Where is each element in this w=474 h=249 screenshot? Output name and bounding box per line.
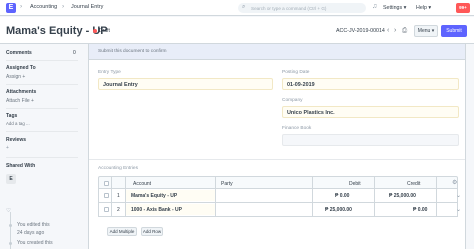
timeline-item-text: You created this [17, 240, 53, 246]
divider [6, 84, 78, 85]
menu-button[interactable]: Menu ▾ [414, 25, 438, 37]
select-all-checkbox[interactable] [104, 181, 109, 186]
header-debit: Debit [349, 181, 361, 187]
attach-file-link[interactable]: Attach File + [6, 98, 34, 104]
account-cell[interactable]: 1000 - Axis Bank - UP [131, 207, 182, 213]
document-name: ACC-JV-2019-00014 [336, 28, 385, 34]
add-row-button[interactable]: Add Row [141, 227, 163, 236]
caret-down-icon: ▾ [428, 5, 432, 11]
timeline-dot [9, 224, 12, 227]
help-menu[interactable]: Help ▾ [416, 5, 431, 11]
divider [6, 157, 78, 158]
caret-down-icon: ▾ [403, 5, 407, 11]
grid-column-divider [312, 176, 313, 217]
debit-cell[interactable]: ₱ 25,000.00 [325, 207, 352, 213]
add-multiple-button[interactable]: Add Multiple [107, 227, 137, 236]
chevron-right-icon: › [20, 3, 23, 10]
table-row[interactable]: 1 Mama's Equity - UP ₱ 0.00 ₱ 25,000.00 … [98, 189, 461, 203]
next-document-icon[interactable]: › [394, 27, 396, 34]
bell-icon[interactable]: ♫ [372, 3, 377, 10]
grid-header: Account Party Debit Credit ⚙ [98, 176, 458, 189]
plus-icon: + [31, 98, 34, 104]
assigned-to-label: Assigned To [6, 65, 36, 71]
row-number: 2 [117, 207, 120, 213]
posting-date-value: 01-09-2019 [287, 82, 315, 88]
entry-type-label: Entry Type [98, 70, 121, 75]
shared-user-avatar[interactable]: E [6, 174, 16, 184]
form-body: Submit this document to confirm Entry Ty… [88, 44, 466, 249]
row-checkbox[interactable] [104, 207, 109, 212]
row-number: 1 [117, 193, 120, 199]
divider [6, 60, 78, 61]
notifications-badge[interactable]: 99+ [456, 3, 470, 13]
status-indicator-icon [93, 29, 97, 33]
grid-column-divider [215, 176, 216, 217]
posting-date-label: Posting Date [282, 70, 310, 75]
timeline-item-time: 24 days ago [17, 230, 45, 236]
assign-label: Assign [6, 74, 22, 80]
attach-file-label: Attach File [6, 98, 30, 104]
breadcrumb-journal-entry[interactable]: Journal Entry [71, 4, 103, 10]
grid-column-divider [374, 176, 375, 217]
accounting-entries-label: Accounting Entries [98, 166, 138, 171]
add-tag-input[interactable]: Add a tag ... [6, 121, 30, 126]
entry-type-value: Journal Entry [103, 82, 138, 88]
grid-column-divider [125, 176, 126, 217]
divider [6, 131, 78, 132]
status-badge: Draft [99, 28, 110, 34]
row-checkbox[interactable] [104, 193, 109, 198]
timeline-dot [9, 242, 12, 245]
search-icon: ⌕ [242, 4, 246, 10]
grid-column-divider [436, 176, 437, 217]
submit-alert-text: Submit this document to confirm [98, 49, 167, 54]
chevron-down-icon[interactable]: ⌄ [456, 192, 461, 199]
caret-down-icon: ▾ [431, 28, 435, 34]
help-label: Help [416, 5, 427, 11]
search-placeholder: Search or type a command (Ctrl + G) [251, 5, 327, 11]
page-head: Mama's Equity - UP Draft ACC-JV-2019-000… [0, 17, 474, 44]
tags-label: Tags [6, 113, 18, 119]
printer-icon[interactable]: ⎙ [402, 27, 407, 35]
account-cell[interactable]: Mama's Equity - UP [131, 193, 177, 199]
header-credit: Credit [407, 181, 421, 187]
section-divider [89, 159, 465, 160]
menu-label: Menu [417, 28, 431, 34]
company-value: Unico Plastics Inc. [287, 110, 335, 116]
top-navbar: E › Accounting › Journal Entry ⌕ Search … [0, 0, 474, 16]
settings-menu[interactable]: Settings ▾ [383, 5, 406, 11]
assign-link[interactable]: Assign + [6, 74, 25, 80]
reviews-label: Reviews [6, 137, 27, 143]
header-account: Account [133, 181, 152, 187]
shared-with-label: Shared With [6, 163, 36, 169]
debit-cell[interactable]: ₱ 0.00 [335, 193, 349, 199]
add-review-icon[interactable]: + [6, 145, 9, 151]
entry-type-field[interactable]: Journal Entry [98, 78, 273, 90]
grid-column-divider [111, 176, 112, 217]
settings-icon[interactable]: ⚙ [452, 179, 457, 186]
submit-alert: Submit this document to confirm [89, 44, 465, 60]
settings-label: Settings [383, 5, 403, 11]
breadcrumb-accounting[interactable]: Accounting [30, 4, 57, 10]
attachments-label: Attachments [6, 89, 37, 95]
company-field[interactable]: Unico Plastics Inc. [282, 106, 459, 118]
header-party: Party [221, 181, 233, 187]
submit-button[interactable]: Submit [441, 25, 467, 37]
credit-cell[interactable]: ₱ 25,000.00 [389, 193, 416, 199]
chevron-down-icon[interactable]: ⌄ [456, 206, 461, 213]
chevron-right-icon: › [62, 3, 65, 10]
table-row[interactable]: 2 1000 - Axis Bank - UP ₱ 25,000.00 ₱ 0.… [98, 203, 461, 217]
finance-book-field[interactable] [282, 134, 459, 146]
plus-icon: + [22, 74, 26, 80]
search-input[interactable]: ⌕ Search or type a command (Ctrl + G) [238, 3, 366, 13]
timeline-item-text: You edited this [17, 222, 50, 228]
comments-count: 0 [73, 50, 76, 56]
company-label: Company [282, 98, 303, 103]
prev-document-icon[interactable]: ‹ [387, 27, 389, 34]
finance-book-label: Finance Book [282, 126, 312, 131]
divider [6, 108, 78, 109]
credit-cell[interactable]: ₱ 0.00 [413, 207, 427, 213]
comments-label[interactable]: Comments [6, 50, 32, 56]
app-logo[interactable]: E [6, 3, 16, 13]
posting-date-field[interactable]: 01-09-2019 [282, 78, 459, 90]
